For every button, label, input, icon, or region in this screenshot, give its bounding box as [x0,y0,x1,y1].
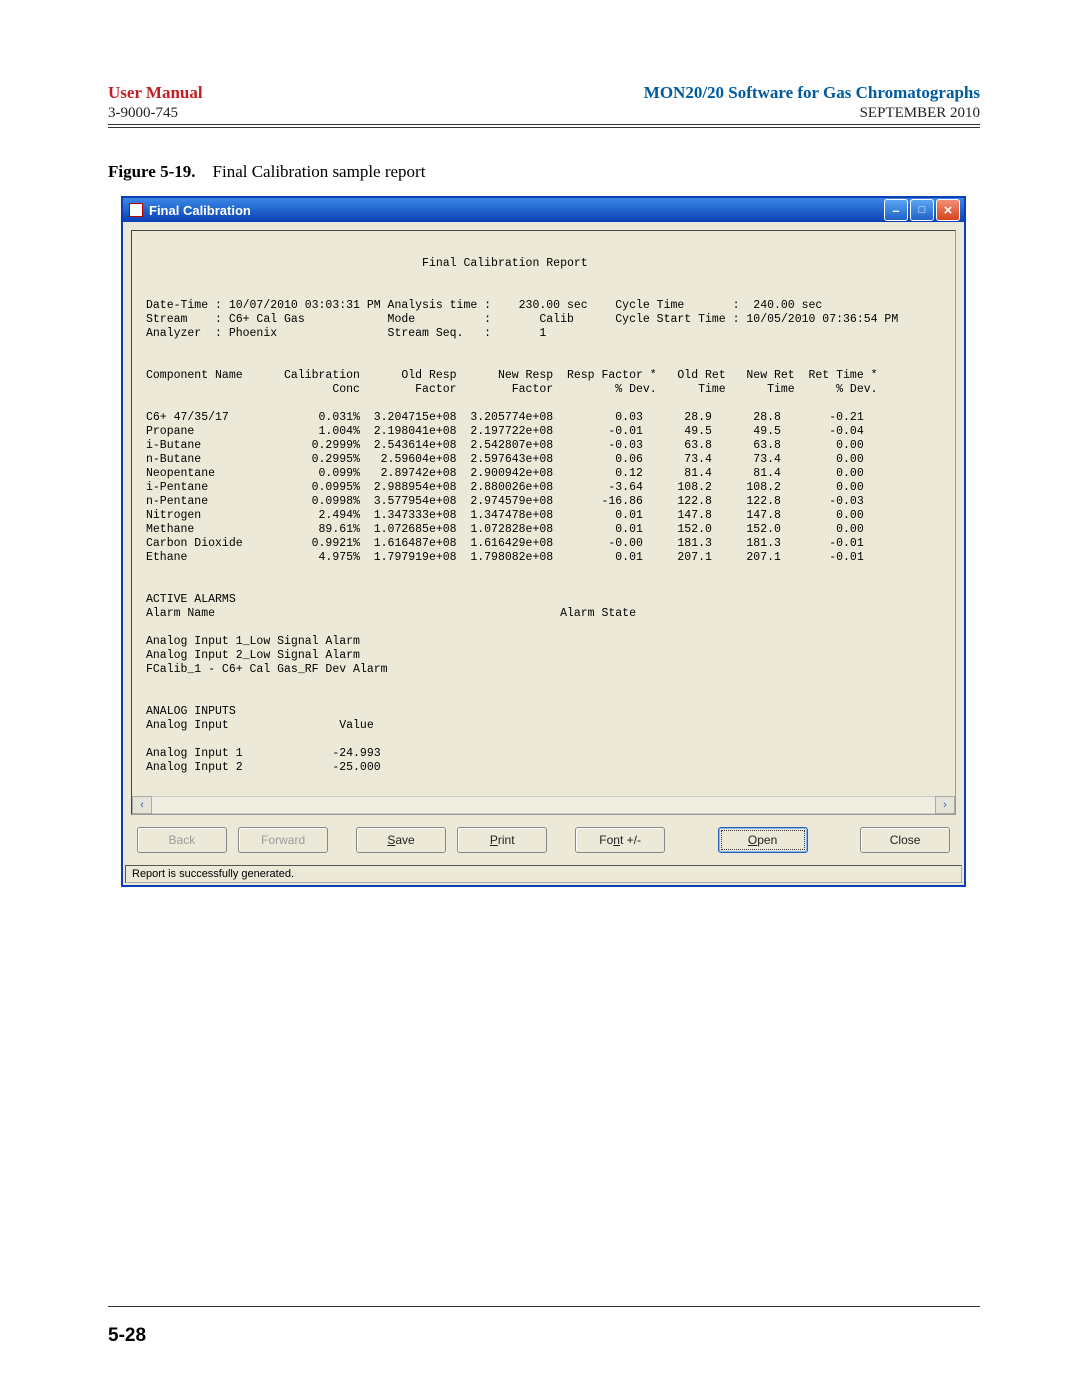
scroll-track[interactable] [152,796,935,814]
doc-header: User Manual 3-9000-745 MON20/20 Software… [108,83,980,125]
font-button[interactable]: Font +/- [575,827,665,853]
window-body: Final Calibration Report Date-Time : 10/… [123,222,964,865]
report-text: Final Calibration Report Date-Time : 10/… [132,231,955,811]
h-scrollbar[interactable]: ‹ › [132,796,955,814]
manual-title: User Manual [108,83,203,103]
forward-button[interactable]: Forward [238,827,328,853]
header-rule [108,127,980,128]
titlebar[interactable]: Final Calibration [123,198,964,222]
doc-number: 3-9000-745 [108,105,203,122]
scroll-left-button[interactable]: ‹ [132,796,152,814]
report-pane[interactable]: Final Calibration Report Date-Time : 10/… [131,230,956,815]
window-close-button[interactable] [936,199,960,221]
close-button[interactable]: Close [860,827,950,853]
save-button[interactable]: Save [356,827,446,853]
button-row: Back Forward Save Print Font +/- Open Cl… [131,825,956,857]
maximize-button[interactable] [910,199,934,221]
app-window: Final Calibration Final Calibration Repo… [121,196,966,887]
figure-label: Figure 5-19. [108,162,196,181]
print-button[interactable]: Print [457,827,547,853]
status-bar: Report is successfully generated. [125,865,962,883]
app-icon [129,203,143,217]
document-page: User Manual 3-9000-745 MON20/20 Software… [0,0,1080,1397]
doc-date: SEPTEMBER 2010 [644,105,980,122]
window-title: Final Calibration [149,203,251,218]
open-button[interactable]: Open [718,827,808,853]
minimize-button[interactable] [884,199,908,221]
footer-rule [108,1306,980,1307]
figure-caption: Figure 5-19. Final Calibration sample re… [108,162,980,182]
product-title: MON20/20 Software for Gas Chromatographs [644,83,980,103]
page-number: 5-28 [108,1325,146,1347]
scroll-right-button[interactable]: › [935,796,955,814]
back-button[interactable]: Back [137,827,227,853]
figure-caption-text: Final Calibration sample report [213,162,426,181]
